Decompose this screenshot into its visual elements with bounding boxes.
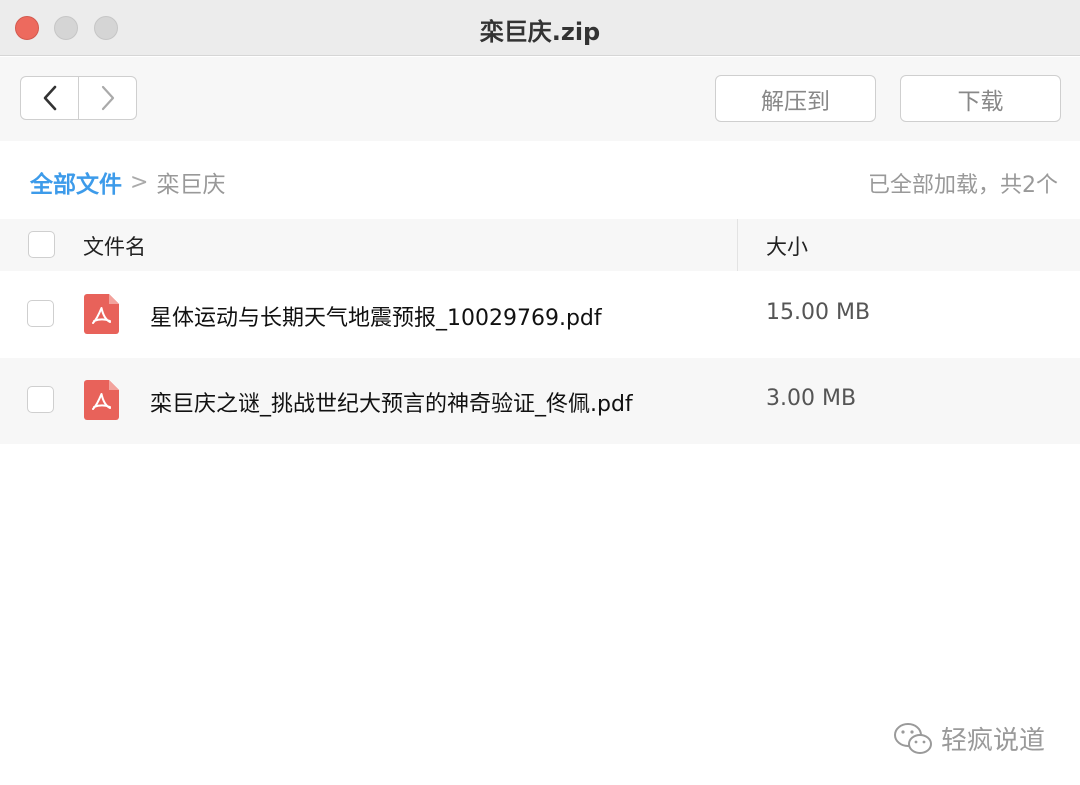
column-header-name[interactable]: 文件名 (83, 231, 146, 261)
pdf-icon (84, 294, 119, 334)
table-header: 文件名 大小 (0, 219, 1080, 271)
file-row[interactable]: 栾巨庆之谜_挑战世纪大预言的神奇验证_佟佩.pdf 3.00 MB (0, 358, 1080, 444)
breadcrumb-bar: 全部文件 > 栾巨庆 已全部加载，共2个 (0, 141, 1080, 219)
toolbar: 解压到 下载 (0, 57, 1080, 141)
title-bar: 栾巨庆.zip (0, 0, 1080, 56)
file-name[interactable]: 星体运动与长期天气地震预报_10029769.pdf (150, 300, 602, 332)
pdf-icon (84, 380, 119, 420)
row-checkbox[interactable] (27, 300, 54, 327)
column-divider[interactable] (737, 219, 738, 271)
chevron-right-icon (101, 85, 114, 111)
window-title: 栾巨庆.zip (479, 18, 601, 46)
wechat-icon (893, 722, 932, 754)
file-name[interactable]: 栾巨庆之谜_挑战世纪大预言的神奇验证_佟佩.pdf (150, 386, 633, 418)
breadcrumb-current-folder: 栾巨庆 (156, 172, 226, 198)
file-size: 15.00 MB (766, 300, 871, 325)
breadcrumb-all-files[interactable]: 全部文件 (30, 165, 122, 199)
watermark: 轻疯说道 (893, 720, 1045, 757)
select-all-checkbox[interactable] (28, 231, 55, 258)
chevron-left-icon (43, 85, 56, 111)
file-size: 3.00 MB (766, 386, 857, 411)
load-status-text: 已全部加载，共2个 (868, 173, 1058, 198)
watermark-text: 轻疯说道 (940, 726, 1045, 756)
download-button[interactable]: 下载 (900, 75, 1061, 122)
breadcrumb-separator: > (130, 169, 149, 195)
column-header-size[interactable]: 大小 (766, 231, 808, 261)
row-checkbox[interactable] (27, 386, 54, 413)
forward-button[interactable] (78, 77, 136, 119)
breadcrumb: 全部文件 > 栾巨庆 (30, 165, 225, 199)
navigation-buttons (20, 76, 137, 120)
back-button[interactable] (21, 77, 78, 119)
file-row[interactable]: 星体运动与长期天气地震预报_10029769.pdf 15.00 MB (0, 272, 1080, 358)
extract-to-button[interactable]: 解压到 (715, 75, 876, 122)
